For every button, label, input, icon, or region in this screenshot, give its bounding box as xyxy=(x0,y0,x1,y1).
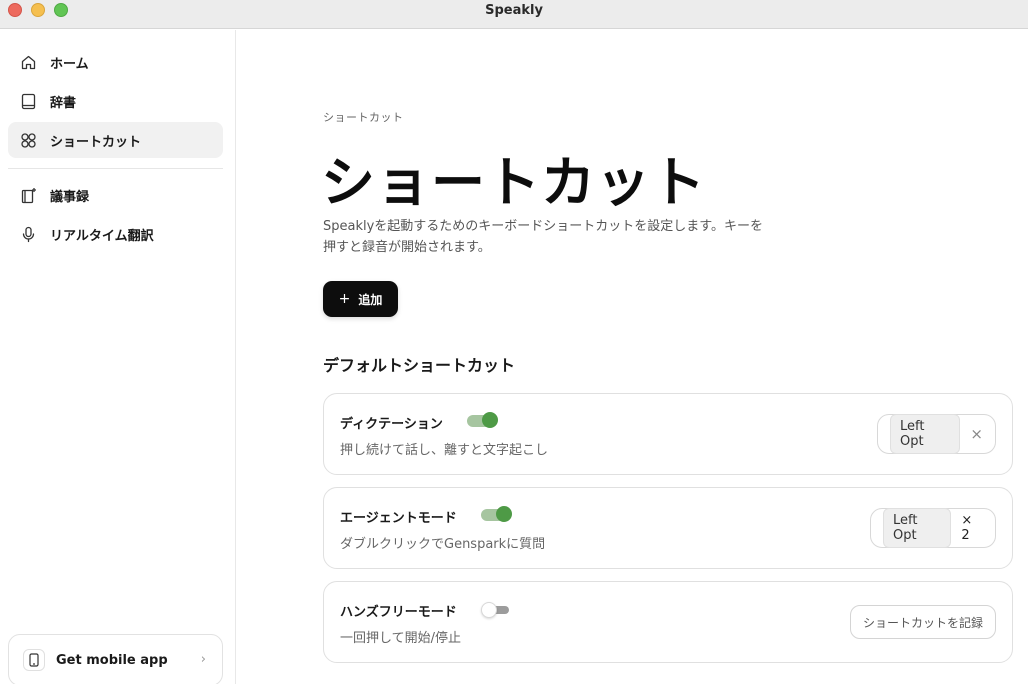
sidebar-item-label: ホーム xyxy=(50,56,89,72)
remove-shortcut-icon[interactable]: × xyxy=(970,425,983,443)
microphone-icon xyxy=(19,225,37,243)
sidebar-item-label: 議事録 xyxy=(50,189,90,205)
agent-mode-shortcut-field[interactable]: Left Opt × 2 xyxy=(870,508,996,548)
home-icon xyxy=(19,53,37,71)
toggle-knob xyxy=(496,506,512,522)
shortcut-description: ダブルクリックでGensparkに質問 xyxy=(340,537,546,552)
shortcut-title: ディクテーション xyxy=(340,417,443,432)
sidebar-item-dictionary[interactable]: 辞書 xyxy=(8,83,223,119)
shortcut-card-agent-mode: エージェントモード ダブルクリックでGensparkに質問 Left Opt ×… xyxy=(323,487,1013,569)
page-description-line: Speaklyを起動するためのキーボードショートカットを設定します。キーを xyxy=(323,219,764,234)
add-shortcut-label: 追加 xyxy=(358,292,383,307)
sidebar-item-label: ショートカット xyxy=(50,134,142,150)
toggle-knob xyxy=(481,602,497,618)
chevron-right-icon: › xyxy=(200,652,206,667)
toggle-knob xyxy=(482,412,498,428)
sidebar-item-minutes[interactable]: 議事録 xyxy=(8,177,223,213)
multiplier-label: × 2 xyxy=(961,513,973,543)
record-shortcut-button[interactable]: ショートカットを記録 xyxy=(849,605,996,639)
book-icon xyxy=(19,92,37,110)
document-sparkle-icon xyxy=(19,186,37,204)
window-title: Speakly xyxy=(485,3,543,18)
sidebar: ホーム 辞書 ショートカット 議事録 リアルタイム翻訳 Get mobile a… xyxy=(0,30,236,684)
title-bar: Speakly xyxy=(0,0,1028,29)
plus-icon: + xyxy=(338,291,351,307)
dictation-toggle[interactable] xyxy=(467,412,498,428)
shortcut-icon xyxy=(19,131,37,149)
hands-free-toggle[interactable] xyxy=(481,602,509,618)
page-description-line: 押すと録音が開始されます。 xyxy=(323,240,491,255)
sidebar-item-label: リアルタイム翻訳 xyxy=(50,228,154,244)
shortcut-card-dictation: ディクテーション 押し続けて話し、離すと文字起こし Left Opt × xyxy=(323,393,1013,475)
shortcut-description: 一回押して開始/停止 xyxy=(340,631,461,646)
shortcut-title: エージェントモード xyxy=(340,511,457,526)
sidebar-item-label: 辞書 xyxy=(50,95,77,111)
dictation-shortcut-field[interactable]: Left Opt × xyxy=(877,414,996,454)
shortcut-title: ハンズフリーモード xyxy=(340,605,457,620)
section-title: デフォルトショートカット xyxy=(323,356,516,375)
get-mobile-app-button[interactable]: Get mobile app › xyxy=(8,634,223,684)
breadcrumb: ショートカット xyxy=(323,111,404,124)
add-shortcut-button[interactable]: + 追加 xyxy=(323,281,398,317)
get-mobile-app-label: Get mobile app xyxy=(56,652,168,668)
sidebar-divider xyxy=(8,168,223,169)
shortcut-description: 押し続けて話し、離すと文字起こし xyxy=(340,443,549,458)
key-chip: Left Opt xyxy=(883,508,952,548)
phone-icon xyxy=(23,649,45,671)
page-description: Speaklyを起動するためのキーボードショートカットを設定します。キーを 押す… xyxy=(323,216,803,258)
agent-mode-toggle[interactable] xyxy=(481,506,512,522)
sidebar-item-home[interactable]: ホーム xyxy=(8,44,223,80)
sidebar-item-realtime-translation[interactable]: リアルタイム翻訳 xyxy=(8,216,223,252)
key-chip: Left Opt xyxy=(890,414,961,454)
page-title: ショートカット xyxy=(321,151,706,214)
sidebar-item-shortcuts[interactable]: ショートカット xyxy=(8,122,223,158)
shortcut-card-hands-free: ハンズフリーモード 一回押して開始/停止 ショートカットを記録 xyxy=(323,581,1013,663)
